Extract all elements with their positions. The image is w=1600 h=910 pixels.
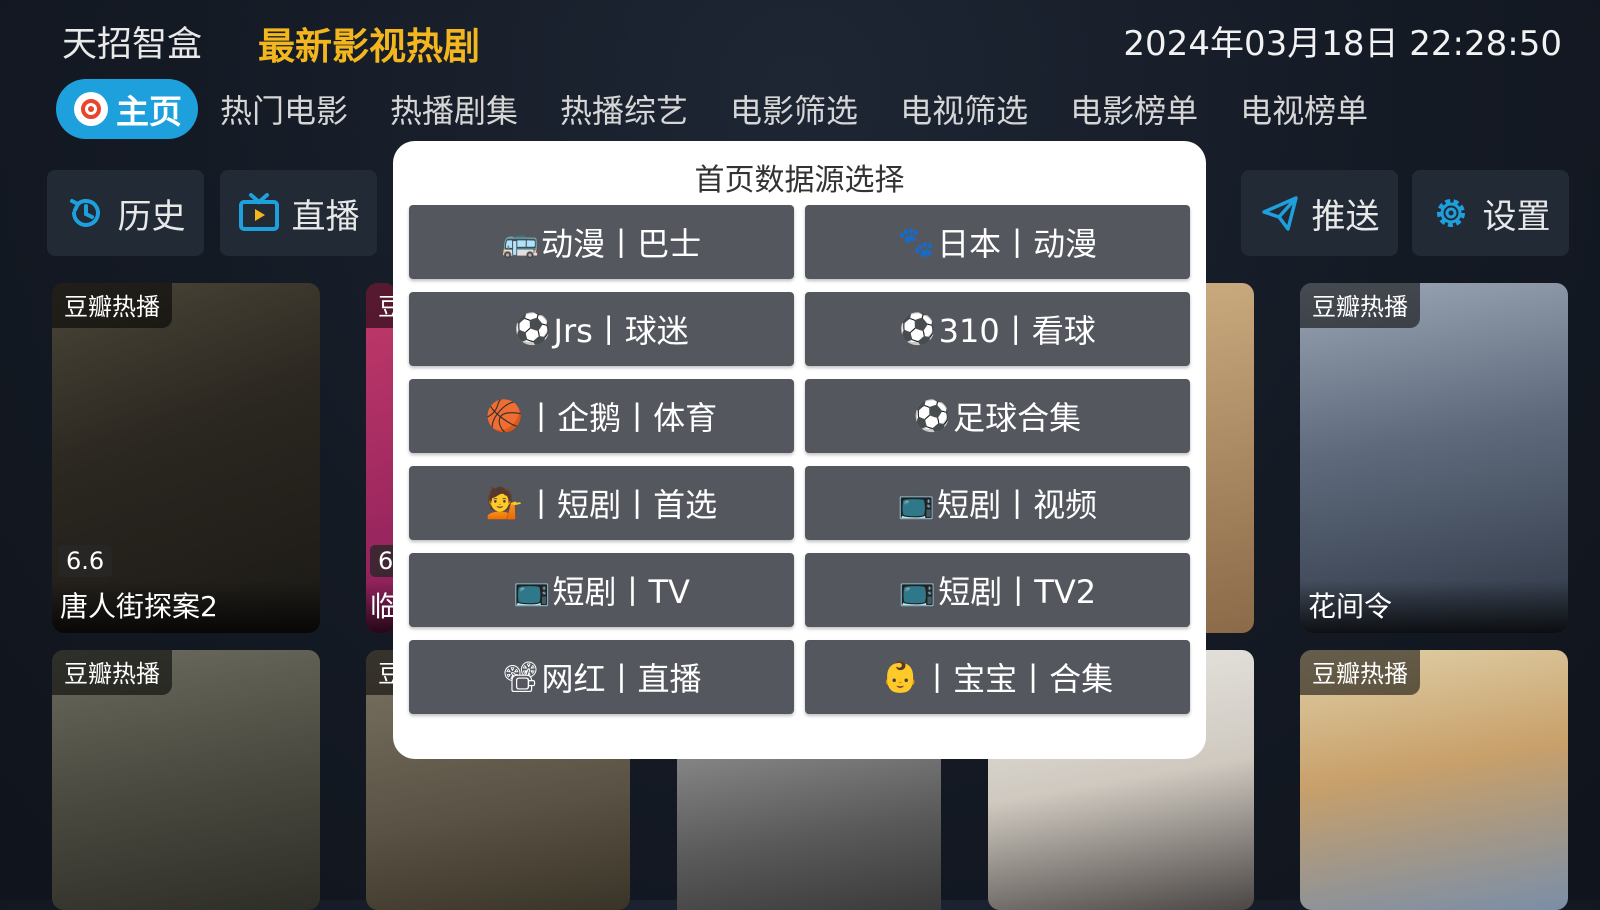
source-option[interactable]: ⚽ Jrs丨球迷 bbox=[409, 292, 794, 366]
source-option[interactable]: 💁 丨短剧丨首选 bbox=[409, 466, 794, 540]
tab-hot-variety[interactable]: 热播综艺 bbox=[560, 86, 688, 132]
gear-icon bbox=[1436, 199, 1465, 227]
source-option-label: 短剧丨视频 bbox=[937, 486, 1098, 524]
source-option-label: 足球合集 bbox=[953, 399, 1082, 437]
tv-icon: 📺 bbox=[898, 572, 937, 608]
source-option[interactable]: 📽 网红丨直播 bbox=[409, 640, 794, 714]
poster-image bbox=[677, 740, 941, 910]
soccer-ball-icon: ⚽ bbox=[899, 311, 937, 347]
poster-title: 唐人街探案2 bbox=[52, 581, 320, 633]
tab-hot-series[interactable]: 热播剧集 bbox=[390, 86, 518, 132]
tab-tv-ranking[interactable]: 电视榜单 bbox=[1240, 86, 1368, 132]
source-option-label: 丨企鹅丨体育 bbox=[525, 399, 718, 437]
live-tv-icon bbox=[238, 193, 279, 231]
poster-score: 6.6 bbox=[58, 545, 113, 577]
tab-home-label: 主页 bbox=[116, 92, 182, 131]
history-button[interactable]: 历史 bbox=[47, 170, 204, 256]
source-option-label: Jrs丨球迷 bbox=[553, 312, 689, 350]
send-icon bbox=[1261, 196, 1298, 231]
source-option[interactable]: ⚽ 310丨看球 bbox=[805, 292, 1190, 366]
poster-card[interactable]: 豆瓣热播 bbox=[52, 650, 320, 910]
source-option-label: 丨宝宝丨合集 bbox=[921, 660, 1114, 698]
tab-movie-ranking[interactable]: 电影榜单 bbox=[1070, 86, 1198, 132]
source-option-label: 短剧丨TV bbox=[552, 573, 690, 611]
source-option-label: 310丨看球 bbox=[938, 312, 1096, 350]
source-option[interactable]: 🚌 动漫丨巴士 bbox=[409, 205, 794, 279]
live-button[interactable]: 直播 bbox=[220, 170, 377, 256]
person-tipping-hand-icon: 💁 bbox=[485, 485, 524, 521]
data-source-dialog: 首页数据源选择 🚌 动漫丨巴士 🐾 日本丨动漫 ⚽ Jrs丨球迷 ⚽ 310丨看… bbox=[393, 141, 1206, 759]
tab-tv-filter[interactable]: 电视筛选 bbox=[900, 86, 1028, 132]
source-option-label: 网红丨直播 bbox=[541, 660, 702, 698]
tv-icon: 📺 bbox=[897, 485, 936, 521]
history-label: 历史 bbox=[117, 196, 186, 237]
source-option-label: 短剧丨TV2 bbox=[938, 573, 1097, 611]
poster-card[interactable] bbox=[677, 740, 941, 910]
source-option[interactable]: 📺 短剧丨视频 bbox=[805, 466, 1190, 540]
source-option[interactable]: 🏀 丨企鹅丨体育 bbox=[409, 379, 794, 453]
source-option[interactable]: 📺 短剧丨TV2 bbox=[805, 553, 1190, 627]
poster-title: 临 bbox=[366, 581, 396, 633]
film-projector-icon: 📽 bbox=[501, 659, 540, 695]
soccer-ball-icon: ⚽ bbox=[913, 398, 952, 434]
source-option[interactable]: 👶 丨宝宝丨合集 bbox=[805, 640, 1190, 714]
poster-tag: 豆 bbox=[366, 283, 396, 328]
source-option[interactable]: 🐾 日本丨动漫 bbox=[805, 205, 1190, 279]
poster-tag: 豆瓣热播 bbox=[1300, 283, 1420, 328]
poster-tag: 豆瓣热播 bbox=[52, 650, 172, 695]
source-option[interactable]: 📺 短剧丨TV bbox=[409, 553, 794, 627]
baby-icon: 👶 bbox=[881, 659, 920, 695]
poster-image bbox=[1198, 283, 1254, 633]
source-option-label: 丨短剧丨首选 bbox=[525, 486, 718, 524]
clock: 2024年03月18日 22:28:50 bbox=[1123, 24, 1562, 64]
dialog-title: 首页数据源选择 bbox=[694, 163, 905, 198]
tab-hot-movies[interactable]: 热门电影 bbox=[220, 86, 348, 132]
tab-home[interactable]: 主页 bbox=[56, 79, 198, 139]
poster-card[interactable]: 豆瓣热播 花间令 bbox=[1300, 283, 1568, 633]
source-option-label: 动漫丨巴士 bbox=[541, 225, 702, 263]
push-label: 推送 bbox=[1311, 196, 1380, 237]
home-icon bbox=[74, 92, 108, 126]
source-option[interactable]: ⚽ 足球合集 bbox=[805, 379, 1190, 453]
poster-tag: 豆瓣热播 bbox=[52, 283, 172, 328]
poster-card[interactable]: 豆 6. 临 bbox=[366, 283, 396, 633]
bus-icon: 🚌 bbox=[501, 224, 540, 260]
poster-title: 花间令 bbox=[1300, 581, 1568, 633]
history-icon bbox=[69, 198, 100, 227]
poster-tag: 豆瓣热播 bbox=[1300, 650, 1420, 695]
poster-card[interactable]: 豆瓣热播 bbox=[1300, 650, 1568, 910]
app-name: 天招智盒 bbox=[62, 25, 203, 65]
tab-movie-filter[interactable]: 电影筛选 bbox=[730, 86, 858, 132]
source-option-label: 日本丨动漫 bbox=[937, 225, 1098, 263]
live-label: 直播 bbox=[291, 196, 360, 237]
push-button[interactable]: 推送 bbox=[1241, 170, 1398, 256]
paw-icon: 🐾 bbox=[897, 224, 936, 260]
settings-label: 设置 bbox=[1482, 196, 1551, 237]
settings-button[interactable]: 设置 bbox=[1412, 170, 1569, 256]
soccer-ball-icon: ⚽ bbox=[514, 311, 552, 347]
basketball-icon: 🏀 bbox=[485, 398, 524, 434]
poster-card[interactable] bbox=[1198, 283, 1254, 633]
slogan: 最新影视热剧 bbox=[258, 25, 480, 68]
nav-bar: 主页 热门电影 热播剧集 热播综艺 电影筛选 电视筛选 电影榜单 电视榜单 bbox=[56, 79, 1410, 139]
poster-card[interactable]: 豆瓣热播 6.6 唐人街探案2 bbox=[52, 283, 320, 633]
tv-icon: 📺 bbox=[513, 572, 551, 608]
